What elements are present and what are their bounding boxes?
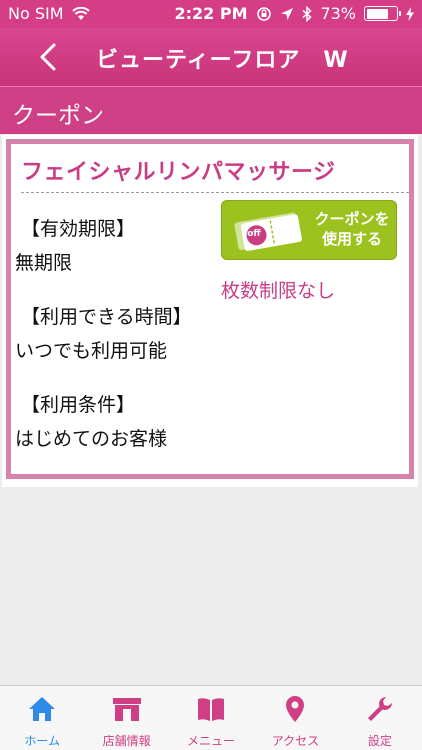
map-pin-icon [286, 696, 305, 722]
book-icon [198, 698, 225, 721]
ticket-icon: off [234, 212, 302, 251]
validity-label: 【有効期限】 [21, 218, 136, 240]
rotation-lock-icon [257, 6, 272, 21]
use-coupon-line1: クーポンを [314, 210, 390, 228]
location-icon [281, 7, 294, 20]
tab-settings[interactable]: 設定 [338, 686, 422, 750]
conditions-label: 【利用条件】 [21, 394, 136, 416]
hours-value: いつでも利用可能 [15, 340, 168, 362]
tab-bar: ホーム 店舗情報 メニュー アクセス 設定 [0, 685, 422, 750]
status-right: 73% [256, 4, 414, 23]
tab-menu[interactable]: メニュー [169, 686, 253, 750]
limit-note: 枚数制限なし [221, 280, 336, 302]
tab-shop-info[interactable]: 店舗情報 [84, 686, 168, 750]
nav-bar: ビューティーフロア W [0, 28, 422, 86]
page-title: ビューティーフロア W [96, 48, 349, 73]
coupon-card: フェイシャルリンパマッサージ 【有効期限】 無期限 【利用できる時間】 いつでも… [2, 135, 418, 487]
tab-home[interactable]: ホーム [0, 686, 84, 750]
conditions-value: はじめてのお客様 [15, 428, 168, 450]
charging-icon [406, 6, 414, 21]
battery-fill [366, 8, 388, 19]
validity-value: 無期限 [15, 252, 73, 274]
shop-icon [112, 698, 141, 721]
dashed-divider [21, 192, 409, 193]
battery-percent: 73% [320, 4, 356, 23]
status-bar: No SIM 2:22 PM 73% [0, 0, 422, 28]
wrench-icon [367, 697, 392, 721]
tab-home-label: ホーム [24, 734, 61, 748]
tab-access[interactable]: アクセス [253, 686, 337, 750]
back-chevron-icon[interactable] [34, 40, 66, 74]
tab-menu-label: メニュー [187, 734, 236, 748]
hours-label: 【利用できる時間】 [21, 306, 192, 328]
section-title: クーポン [0, 86, 422, 134]
bluetooth-icon [302, 5, 313, 22]
use-coupon-line2: 使用する [321, 230, 382, 248]
off-badge-text: off [247, 229, 261, 239]
use-coupon-button[interactable]: off クーポンを 使用する [221, 200, 397, 260]
tab-settings-label: 設定 [367, 734, 392, 748]
tab-access-label: アクセス [271, 734, 320, 748]
tab-shop-info-label: 店舗情報 [102, 734, 151, 748]
coupon-name: フェイシャルリンパマッサージ [21, 160, 336, 185]
coupon-frame: フェイシャルリンパマッサージ 【有効期限】 無期限 【利用できる時間】 いつでも… [6, 139, 414, 479]
use-coupon-label: クーポンを 使用する [308, 209, 396, 249]
battery-icon [364, 6, 401, 21]
home-icon [29, 697, 56, 721]
